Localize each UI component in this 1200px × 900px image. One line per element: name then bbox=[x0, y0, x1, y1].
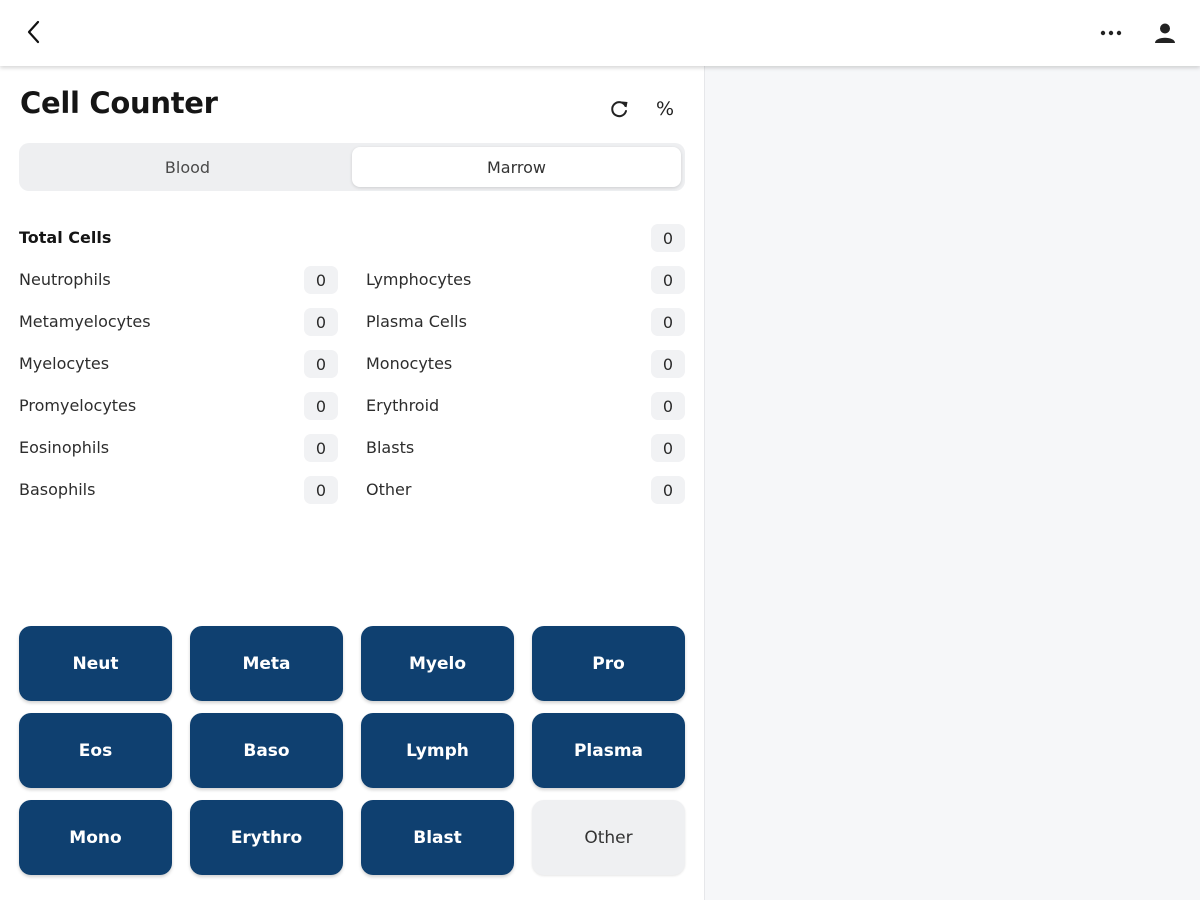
count-value: 0 bbox=[304, 266, 338, 294]
count-row-metamyelocytes: Metamyelocytes 0 bbox=[19, 308, 338, 336]
total-cells-count: 0 bbox=[651, 224, 685, 252]
count-value: 0 bbox=[304, 350, 338, 378]
count-row-erythroid: Erythroid 0 bbox=[366, 392, 685, 420]
count-row-other: Other 0 bbox=[366, 476, 685, 504]
count-value: 0 bbox=[304, 392, 338, 420]
plasma-button[interactable]: Plasma bbox=[532, 713, 685, 788]
back-button[interactable] bbox=[16, 14, 52, 50]
count-label: Metamyelocytes bbox=[19, 312, 151, 331]
count-value: 0 bbox=[651, 434, 685, 462]
count-value: 0 bbox=[651, 266, 685, 294]
chevron-left-icon bbox=[27, 20, 40, 44]
count-row-monocytes: Monocytes 0 bbox=[366, 350, 685, 378]
mono-button[interactable]: Mono bbox=[19, 800, 172, 875]
blast-button[interactable]: Blast bbox=[361, 800, 514, 875]
count-row-eosinophils: Eosinophils 0 bbox=[19, 434, 338, 462]
count-label: Basophils bbox=[19, 480, 96, 499]
sample-type-segmented-control: Blood Marrow bbox=[19, 143, 685, 191]
count-value: 0 bbox=[651, 392, 685, 420]
count-row-basophils: Basophils 0 bbox=[19, 476, 338, 504]
count-value: 0 bbox=[651, 350, 685, 378]
other-button[interactable]: Other bbox=[532, 800, 685, 875]
count-label: Monocytes bbox=[366, 354, 453, 373]
account-button[interactable] bbox=[1148, 16, 1182, 50]
count-label: Promyelocytes bbox=[19, 396, 137, 415]
count-value: 0 bbox=[304, 434, 338, 462]
count-label: Erythroid bbox=[366, 396, 440, 415]
total-cells-row: Total Cells 0 bbox=[19, 224, 685, 252]
baso-button[interactable]: Baso bbox=[190, 713, 343, 788]
count-label: Plasma Cells bbox=[366, 312, 467, 331]
counter-button-grid: Neut Meta Myelo Pro Eos Baso Lymph Plasm… bbox=[19, 626, 686, 876]
person-icon bbox=[1155, 23, 1175, 43]
count-value: 0 bbox=[651, 476, 685, 504]
lymph-button[interactable]: Lymph bbox=[361, 713, 514, 788]
tab-marrow[interactable]: Marrow bbox=[352, 147, 681, 187]
neut-button[interactable]: Neut bbox=[19, 626, 172, 701]
refresh-icon bbox=[611, 101, 628, 118]
detail-panel bbox=[704, 66, 1200, 900]
page-title: Cell Counter bbox=[20, 86, 218, 120]
cell-count-grid: Neutrophils 0 Metamyelocytes 0 Myelocyte… bbox=[19, 266, 685, 526]
reset-button[interactable] bbox=[604, 94, 634, 124]
count-label: Lymphocytes bbox=[366, 270, 472, 289]
eos-button[interactable]: Eos bbox=[19, 713, 172, 788]
ellipsis-icon bbox=[1100, 30, 1122, 36]
pro-button[interactable]: Pro bbox=[532, 626, 685, 701]
count-label: Other bbox=[366, 480, 412, 499]
top-app-bar bbox=[0, 0, 1200, 66]
percent-toggle-button[interactable]: % bbox=[650, 94, 680, 124]
count-row-neutrophils: Neutrophils 0 bbox=[19, 266, 338, 294]
count-row-blasts: Blasts 0 bbox=[366, 434, 685, 462]
count-row-lymphocytes: Lymphocytes 0 bbox=[366, 266, 685, 294]
count-value: 0 bbox=[304, 308, 338, 336]
count-value: 0 bbox=[651, 308, 685, 336]
cell-counter-panel: Cell Counter % Blood Marrow Total Cells … bbox=[0, 66, 704, 900]
count-label: Myelocytes bbox=[19, 354, 110, 373]
count-row-myelocytes: Myelocytes 0 bbox=[19, 350, 338, 378]
meta-button[interactable]: Meta bbox=[190, 626, 343, 701]
count-value: 0 bbox=[304, 476, 338, 504]
count-row-promyelocytes: Promyelocytes 0 bbox=[19, 392, 338, 420]
count-label: Neutrophils bbox=[19, 270, 111, 289]
myelo-button[interactable]: Myelo bbox=[361, 626, 514, 701]
count-label: Blasts bbox=[366, 438, 415, 457]
total-cells-label: Total Cells bbox=[19, 228, 112, 247]
tab-blood[interactable]: Blood bbox=[23, 147, 352, 187]
count-label: Eosinophils bbox=[19, 438, 110, 457]
erythro-button[interactable]: Erythro bbox=[190, 800, 343, 875]
count-row-plasma-cells: Plasma Cells 0 bbox=[366, 308, 685, 336]
more-options-button[interactable] bbox=[1094, 16, 1128, 50]
